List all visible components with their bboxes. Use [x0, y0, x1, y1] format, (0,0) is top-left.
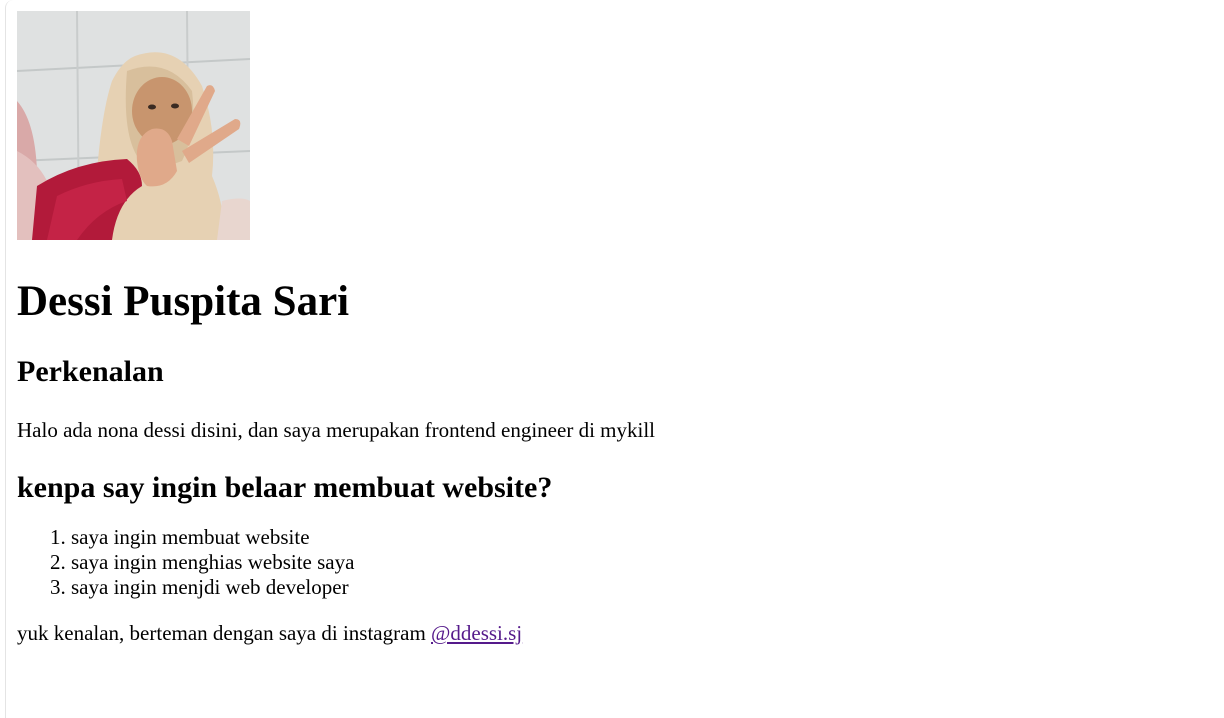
- instagram-link[interactable]: @ddessi.sj: [431, 621, 522, 645]
- contact-text: yuk kenalan, berteman dengan saya di ins…: [17, 621, 432, 645]
- profile-page: Dessi Puspita Sari Perkenalan Halo ada n…: [17, 11, 1197, 646]
- intro-heading: Perkenalan: [17, 355, 164, 388]
- list-item: saya ingin membuat website: [71, 525, 1197, 550]
- reasons-list: saya ingin membuat website saya ingin me…: [17, 525, 1197, 600]
- profile-name: Dessi Puspita Sari: [17, 278, 350, 325]
- contact-paragraph: yuk kenalan, berteman dengan saya di ins…: [17, 620, 1197, 646]
- profile-photo-image: [17, 11, 250, 240]
- bio-paragraph: Halo ada nona dessi disini, dan saya mer…: [17, 418, 655, 442]
- reasons-heading: kenpa say ingin belaar membuat website?: [17, 471, 553, 504]
- list-item: saya ingin menghias website saya: [71, 550, 1197, 575]
- profile-photo: [17, 11, 250, 240]
- list-item: saya ingin menjdi web developer: [71, 575, 1197, 600]
